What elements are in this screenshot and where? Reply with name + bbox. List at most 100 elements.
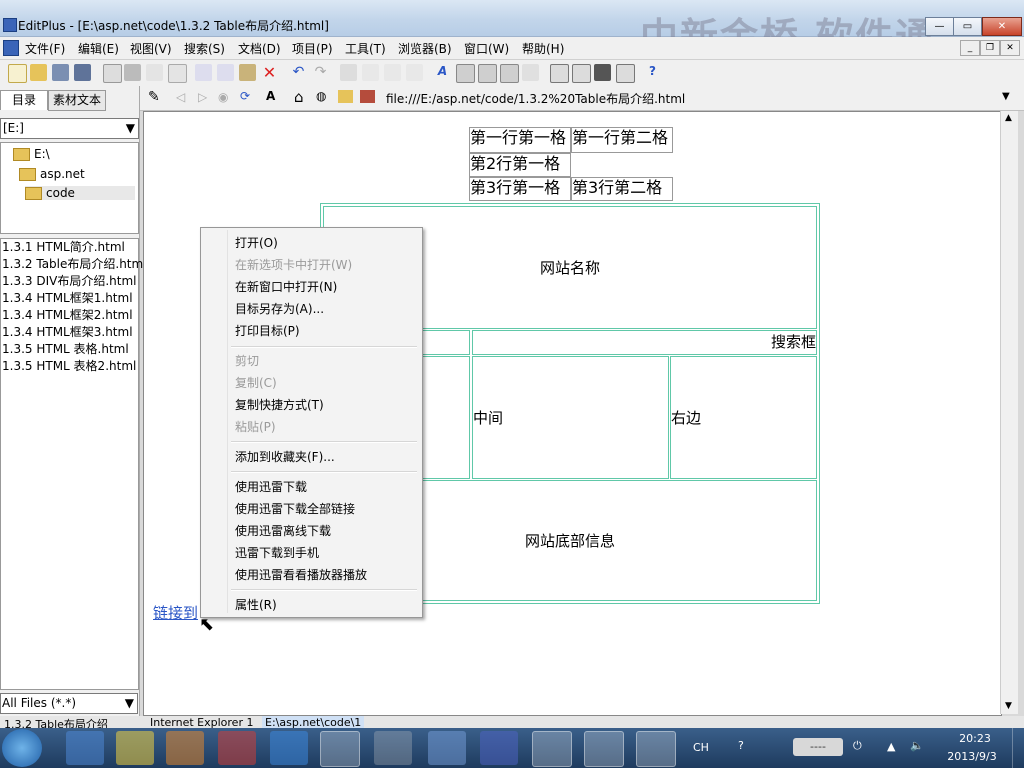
document-icon[interactable]: [3, 40, 19, 56]
clock-date[interactable]: 2013/9/3: [942, 750, 1002, 763]
cut-icon[interactable]: [195, 64, 212, 81]
volume-icon[interactable]: 🔈: [910, 739, 924, 752]
undo-icon[interactable]: ↶: [290, 64, 307, 81]
language-indicator[interactable]: CH: [693, 741, 709, 754]
stop-icon[interactable]: ◉: [218, 90, 228, 104]
drive-select[interactable]: [E:] ▼: [0, 118, 139, 139]
output-window-icon[interactable]: [594, 64, 611, 81]
close-button[interactable]: ✕: [982, 17, 1022, 36]
menu-item-thunder-phone[interactable]: 迅雷下载到手机: [235, 544, 319, 561]
redo-icon[interactable]: ↷: [312, 64, 329, 81]
refresh-icon[interactable]: ⟳: [240, 89, 250, 103]
tree-item-asp-net[interactable]: asp.net: [19, 167, 85, 181]
tools-icon[interactable]: [374, 731, 412, 765]
menu-view[interactable]: 视图(V): [130, 40, 172, 57]
menu-item-copy-shortcut[interactable]: 复制快捷方式(T): [235, 396, 324, 413]
edit-pencil-icon[interactable]: ✎: [148, 89, 160, 105]
word-icon[interactable]: [532, 731, 572, 767]
vertical-scrollbar[interactable]: ▲ ▼: [1000, 111, 1018, 714]
menu-search[interactable]: 搜索(S): [184, 40, 225, 57]
list-item[interactable]: 1.3.5 HTML 表格2.html: [1, 358, 138, 375]
font-icon[interactable]: A: [434, 64, 451, 81]
menu-item-open[interactable]: 打开(O): [235, 234, 278, 251]
powerpoint-icon[interactable]: [584, 731, 624, 767]
mdi-minimize-button[interactable]: _: [960, 40, 980, 56]
print-preview-icon[interactable]: [103, 64, 122, 83]
list-item[interactable]: 1.3.5 HTML 表格.html: [1, 341, 138, 358]
open-in-browser-icon[interactable]: [360, 90, 375, 103]
back-icon[interactable]: ◁: [176, 90, 185, 104]
power-plug-icon[interactable]: ⏻: [853, 739, 862, 753]
app-globe-icon[interactable]: [428, 731, 466, 765]
menu-item-copy[interactable]: 复制(C): [235, 374, 277, 391]
font-size-icon[interactable]: A: [266, 89, 275, 103]
list-item[interactable]: 1.3.3 DIV布局介绍.html: [1, 273, 138, 290]
maximize-button[interactable]: ▭: [953, 17, 982, 36]
menu-file[interactable]: 文件(F): [25, 40, 65, 57]
page-link[interactable]: 链接到: [153, 602, 198, 623]
visual-studio-icon[interactable]: [480, 731, 518, 765]
replace-icon[interactable]: [362, 64, 379, 81]
line-number-icon[interactable]: [478, 64, 497, 83]
menu-edit[interactable]: 编辑(E): [78, 40, 119, 57]
menu-browser[interactable]: 浏览器(B): [398, 40, 452, 57]
menu-item-thunder-download-all[interactable]: 使用迅雷下载全部链接: [235, 500, 355, 517]
menu-item-add-favorites[interactable]: 添加到收藏夹(F)...: [235, 448, 335, 465]
scroll-up-icon[interactable]: ▲: [1005, 113, 1012, 123]
directory-window-icon[interactable]: [550, 64, 569, 83]
file-explorer-icon[interactable]: [320, 731, 360, 767]
list-item[interactable]: 1.3.4 HTML框架1.html: [1, 290, 138, 307]
menu-item-print-target[interactable]: 打印目标(P): [235, 322, 300, 339]
list-item[interactable]: 1.3.4 HTML框架3.html: [1, 324, 138, 341]
open-folder-icon[interactable]: [30, 64, 47, 81]
menu-item-properties[interactable]: 属性(R): [235, 596, 277, 613]
new-file-icon[interactable]: [8, 64, 27, 83]
list-item[interactable]: 1.3.2 Table布局介绍.htm: [1, 256, 143, 273]
menu-item-cut[interactable]: 剪切: [235, 352, 259, 369]
column-marker-icon[interactable]: [500, 64, 519, 83]
goto-icon[interactable]: [384, 64, 401, 81]
menu-item-open-new-tab[interactable]: 在新选项卡中打开(W): [235, 256, 352, 273]
tree-item-code[interactable]: code: [25, 186, 135, 200]
menu-help[interactable]: 帮助(H): [522, 40, 564, 57]
internet-explorer-icon[interactable]: [270, 731, 308, 765]
menu-item-paste[interactable]: 粘贴(P): [235, 418, 276, 435]
delete-icon[interactable]: ✕: [261, 64, 278, 81]
chrome-icon[interactable]: [218, 731, 256, 765]
full-screen-icon[interactable]: [616, 64, 635, 83]
show-hidden-icons[interactable]: ▲: [887, 740, 895, 753]
editplus-taskbar-icon[interactable]: [636, 731, 676, 767]
favorites-folder-icon[interactable]: [338, 90, 353, 103]
qq-icon[interactable]: [116, 731, 154, 765]
search-web-icon[interactable]: ◍: [316, 89, 326, 103]
show-desktop-button[interactable]: [1012, 728, 1024, 768]
scroll-down-icon[interactable]: ▼: [1005, 701, 1012, 711]
forward-icon[interactable]: ▷: [198, 90, 207, 104]
save-icon[interactable]: [52, 64, 69, 81]
feiq-icon[interactable]: [66, 731, 104, 765]
spellcheck-icon[interactable]: [146, 64, 163, 81]
minimize-button[interactable]: —: [925, 17, 954, 36]
url-field[interactable]: file:///E:/asp.net/code/1.3.2%20Table布局介…: [386, 90, 685, 107]
mdi-restore-button[interactable]: ❐: [980, 40, 1000, 56]
ruler-icon[interactable]: [406, 64, 423, 81]
menu-item-thunder-player[interactable]: 使用迅雷看看播放器播放: [235, 566, 367, 583]
menu-project[interactable]: 项目(P): [292, 40, 333, 57]
cliptext-window-icon[interactable]: [572, 64, 591, 83]
paste-icon[interactable]: [239, 64, 256, 81]
start-button-icon[interactable]: [2, 729, 42, 767]
tab-cliptext[interactable]: 素材文本: [48, 90, 106, 111]
preferences-icon[interactable]: [522, 64, 539, 81]
list-item[interactable]: 1.3.4 HTML框架2.html: [1, 307, 138, 324]
menu-tools[interactable]: 工具(T): [345, 40, 386, 57]
chevron-down-icon[interactable]: ▼: [1002, 91, 1010, 102]
tree-item-e-drive[interactable]: E:\: [13, 147, 50, 161]
menu-item-thunder-download[interactable]: 使用迅雷下载: [235, 478, 307, 495]
menu-item-save-target[interactable]: 目标另存为(A)...: [235, 300, 324, 317]
mdi-close-button[interactable]: ✕: [1000, 40, 1020, 56]
menu-item-thunder-offline[interactable]: 使用迅雷离线下载: [235, 522, 331, 539]
menu-window[interactable]: 窗口(W): [464, 40, 509, 57]
menu-document[interactable]: 文档(D): [238, 40, 281, 57]
tab-directory[interactable]: 目录: [0, 90, 48, 110]
list-item[interactable]: 1.3.1 HTML简介.html: [1, 239, 138, 256]
